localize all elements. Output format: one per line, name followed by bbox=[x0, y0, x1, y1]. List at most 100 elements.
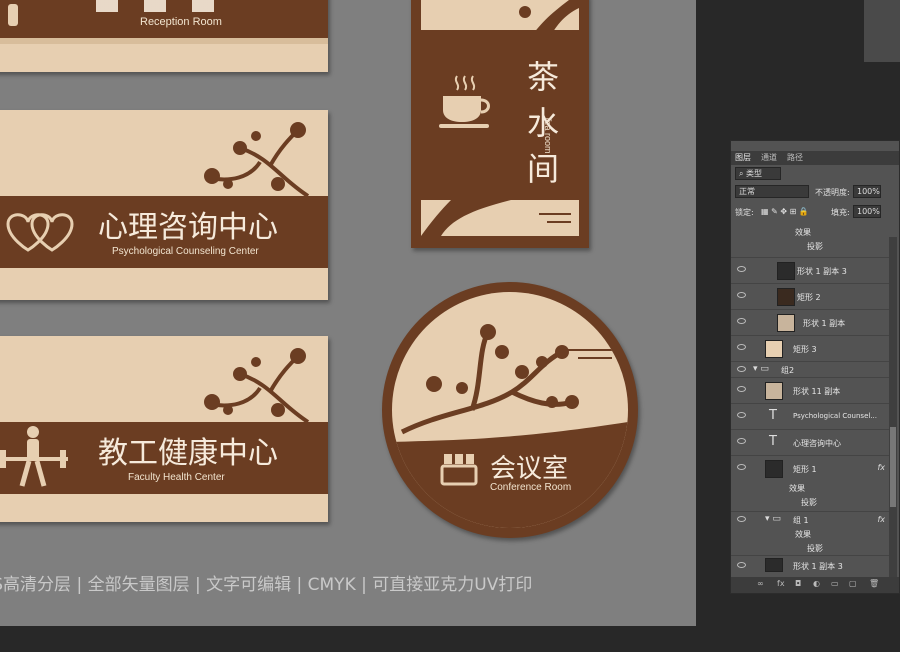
layer-row[interactable]: 投影 bbox=[731, 495, 889, 509]
top-right-panel-stub bbox=[864, 0, 900, 62]
flower-branch-icon bbox=[200, 118, 310, 202]
layer-name: 投影 bbox=[807, 242, 823, 251]
layer-name: 形状 11 副本 bbox=[793, 387, 841, 396]
layer-name: Psychological Counsel... bbox=[793, 412, 877, 420]
layer-name: 矩形 3 bbox=[793, 345, 817, 354]
health-sign-cn: 教工健康中心 bbox=[98, 436, 278, 471]
layer-row[interactable]: ▾ ▭ 组 1 fx bbox=[731, 511, 889, 527]
layer-name: 效果 bbox=[795, 228, 811, 237]
kind-filter-select[interactable]: ⌕ 类型 bbox=[735, 167, 781, 180]
layer-row[interactable]: T 心理咨询中心 bbox=[731, 429, 889, 455]
visibility-eye-icon[interactable] bbox=[737, 366, 746, 372]
visibility-eye-icon[interactable] bbox=[737, 318, 746, 324]
layer-row[interactable]: 效果 bbox=[731, 481, 889, 495]
new-layer-icon[interactable]: ▢ bbox=[849, 579, 857, 588]
visibility-eye-icon[interactable] bbox=[737, 562, 746, 568]
visibility-eye-icon[interactable] bbox=[737, 464, 746, 470]
mask-icon[interactable]: ◘ bbox=[795, 579, 801, 588]
new-group-icon[interactable]: ▭ bbox=[831, 579, 839, 588]
adjustment-icon[interactable]: ◐ bbox=[813, 579, 820, 588]
layer-row[interactable]: 矩形 1 fx bbox=[731, 455, 889, 481]
layer-name: 效果 bbox=[789, 484, 805, 493]
layer-row[interactable]: 投影 bbox=[731, 239, 889, 253]
layer-row[interactable]: 形状 1 副本 bbox=[731, 309, 889, 335]
layer-name: 形状 1 副本 3 bbox=[793, 562, 843, 571]
visibility-eye-icon[interactable] bbox=[737, 516, 746, 522]
tab-paths[interactable]: 路径 bbox=[787, 152, 803, 163]
visibility-eye-icon[interactable] bbox=[737, 266, 746, 272]
layer-name: 心理咨询中心 bbox=[793, 439, 841, 448]
layer-name: 投影 bbox=[801, 498, 817, 507]
layer-thumbnail bbox=[777, 314, 795, 332]
fx-icon[interactable]: fx bbox=[777, 579, 785, 588]
lock-icons[interactable]: ▦ ✎ ✥ ⊞ 🔒 bbox=[761, 207, 809, 225]
text-layer-icon: T bbox=[769, 408, 777, 423]
health-sign: 教工健康中心 Faculty Health Center bbox=[0, 336, 328, 522]
layer-thumbnail bbox=[777, 262, 795, 280]
person-icon bbox=[8, 4, 18, 26]
folder-icon: ▾ ▭ bbox=[765, 514, 781, 524]
layer-row[interactable]: 形状 1 副本 3 bbox=[731, 257, 889, 283]
psych-sign-cn: 心理咨询中心 bbox=[98, 210, 278, 245]
cream-bar bbox=[0, 38, 328, 44]
visibility-eye-icon[interactable] bbox=[737, 438, 746, 444]
layer-name: 形状 1 副本 bbox=[803, 319, 846, 328]
tab-channels[interactable]: 通道 bbox=[761, 152, 777, 163]
layer-row[interactable]: 效果 bbox=[731, 225, 889, 239]
artboard-canvas: Reception Room 心理咨询中心 Psychological Coun… bbox=[0, 0, 696, 626]
layer-thumbnail bbox=[765, 340, 783, 358]
layers-panel: 图层 通道 路径 ⌕ 类型 正常 不透明度: 100% 锁定: ▦ ✎ ✥ ⊞ … bbox=[730, 140, 900, 594]
visibility-eye-icon[interactable] bbox=[737, 386, 746, 392]
layer-name: 形状 1 副本 3 bbox=[797, 267, 847, 276]
footer-features: PS高清分层 | 全部矢量图层 | 文字可编辑 | CMYK | 可直接亚克力U… bbox=[0, 575, 533, 595]
fx-badge: fx bbox=[877, 463, 885, 472]
layer-row[interactable]: 投影 bbox=[731, 541, 889, 555]
blend-mode-select[interactable]: 正常 bbox=[735, 185, 809, 198]
layer-row[interactable]: ▾ ▭ 组2 bbox=[731, 361, 889, 377]
hearts-icon bbox=[0, 206, 78, 262]
visibility-eye-icon[interactable] bbox=[737, 292, 746, 298]
scrollbar-thumb[interactable] bbox=[890, 427, 896, 507]
psych-sign-en: Psychological Counseling Center bbox=[112, 246, 259, 257]
tea-sign-cn-1: 茶 bbox=[527, 58, 560, 96]
flower-branch-icon bbox=[200, 344, 310, 428]
tree-root-icon bbox=[421, 200, 579, 240]
health-sign-en: Faculty Health Center bbox=[128, 472, 225, 483]
kind-filter-label: 类型 bbox=[746, 169, 763, 178]
layer-row[interactable]: 形状 11 副本 bbox=[731, 377, 889, 403]
tree-top-icon bbox=[509, 0, 579, 44]
search-icon: ⌕ bbox=[739, 169, 747, 178]
tab-layers[interactable]: 图层 bbox=[735, 152, 751, 163]
reception-sign: Reception Room bbox=[0, 0, 328, 72]
opacity-label: 不透明度: bbox=[815, 188, 850, 197]
layer-name: 矩形 1 bbox=[793, 465, 817, 474]
panel-bottom-toolbar: ∞ fx ◘ ◐ ▭ ▢ 🗑 bbox=[731, 577, 899, 593]
layer-row[interactable]: 矩形 3 bbox=[731, 335, 889, 361]
layer-name: 效果 bbox=[795, 530, 811, 539]
layers-scrollbar[interactable] bbox=[889, 237, 897, 577]
layer-name: 投影 bbox=[807, 544, 823, 553]
weightlifter-icon bbox=[0, 424, 70, 494]
fill-label: 填充: bbox=[831, 208, 850, 217]
layer-thumbnail bbox=[765, 460, 783, 478]
link-icon[interactable]: ∞ bbox=[757, 579, 764, 588]
trash-icon[interactable]: 🗑 bbox=[869, 579, 879, 588]
cup-icon bbox=[437, 74, 493, 138]
tea-sign: 茶 水 间 Tea room bbox=[411, 0, 589, 248]
layer-thumbnail bbox=[777, 288, 795, 306]
layer-row[interactable]: 效果 bbox=[731, 527, 889, 541]
conference-sign-en: Conference Room bbox=[490, 482, 572, 493]
visibility-eye-icon[interactable] bbox=[737, 344, 746, 350]
layer-row[interactable]: T Psychological Counsel... bbox=[731, 403, 889, 429]
layer-row[interactable]: 形状 1 副本 3 bbox=[731, 555, 889, 575]
layer-name: 组 1 bbox=[793, 516, 809, 525]
visibility-eye-icon[interactable] bbox=[737, 412, 746, 418]
opacity-input[interactable]: 100% bbox=[853, 185, 881, 198]
conference-sign-cn: 会议室 bbox=[490, 454, 569, 484]
layer-name: 组2 bbox=[781, 366, 795, 375]
tea-sign-en: Tea room bbox=[543, 116, 553, 154]
conference-sign: 会议室 Conference Room bbox=[382, 282, 638, 538]
fill-input[interactable]: 100% bbox=[853, 205, 881, 218]
layer-row[interactable]: 矩形 2 bbox=[731, 283, 889, 309]
reception-title-glyphs bbox=[96, 0, 236, 12]
